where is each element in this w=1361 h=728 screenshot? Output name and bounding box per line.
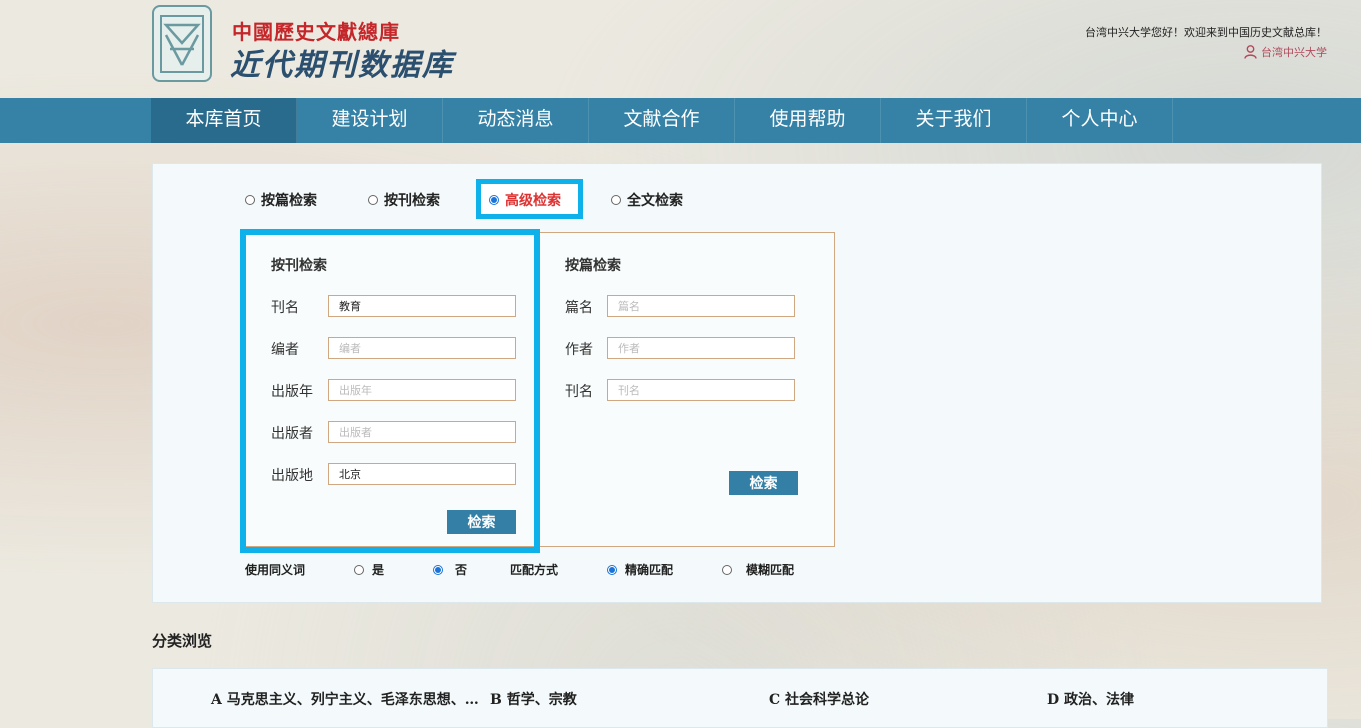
synonym-no-label: 否: [455, 563, 468, 577]
journal-search-highlight: [240, 229, 540, 553]
site-logo[interactable]: [152, 5, 212, 82]
user-name: 台湾中兴大学: [1261, 46, 1327, 59]
radio-match-exact[interactable]: [607, 564, 617, 575]
author-label: 作者: [565, 342, 593, 358]
match-fuzzy-label: 模糊匹配: [746, 563, 795, 577]
nav-item-about[interactable]: 关于我们: [881, 98, 1027, 143]
category-item-b[interactable]: B 哲学、宗教: [490, 689, 577, 709]
radio-fulltext[interactable]: [611, 195, 621, 205]
radio-article[interactable]: [245, 195, 255, 205]
search-panel: 按篇检索 按刊检索 高级检索 全文检索 按刊检索 刊名 编者 出版年 出版者 出…: [152, 163, 1322, 603]
category-item-d[interactable]: D 政治、法律: [1047, 689, 1134, 709]
match-label: 匹配方式: [510, 563, 559, 577]
category-panel: A 马克思主义、列宁主义、毛泽东思想、… B 哲学、宗教 C 社会科学总论 D …: [152, 668, 1328, 728]
synonym-no-option[interactable]: 否: [433, 561, 467, 578]
title-label: 篇名: [565, 300, 593, 316]
synonym-yes-option[interactable]: 是: [354, 561, 384, 578]
welcome-message: 台湾中兴大学您好！欢迎来到中国历史文献总库！: [1085, 26, 1327, 39]
radio-synonym-no[interactable]: [433, 564, 443, 575]
site-name-main: 近代期刊数据库: [230, 48, 454, 83]
synonym-label: 使用同义词: [245, 563, 306, 577]
nav-item-cooperation[interactable]: 文献合作: [589, 98, 735, 143]
site-header: 中國歷史文獻總庫 近代期刊数据库 台湾中兴大学您好！欢迎来到中国历史文献总库！ …: [0, 0, 1361, 98]
nav-item-plan[interactable]: 建设计划: [297, 98, 443, 143]
author-input[interactable]: [607, 337, 795, 359]
category-item-c[interactable]: C 社会科学总论: [769, 689, 869, 709]
mode-advanced-search[interactable]: 高级检索: [489, 190, 561, 210]
match-exact-label: 精确匹配: [625, 563, 674, 577]
radio-match-fuzzy[interactable]: [722, 564, 732, 575]
article-journal-label: 刊名: [565, 384, 593, 400]
user-link[interactable]: 台湾中兴大学: [1244, 44, 1327, 60]
radio-synonym-yes[interactable]: [354, 564, 364, 575]
mode-article-search[interactable]: 按篇检索: [245, 190, 317, 210]
category-browse-title: 分类浏览: [152, 632, 213, 650]
user-icon: [1244, 45, 1257, 59]
match-fuzzy-option[interactable]: 模糊匹配: [722, 561, 794, 578]
radio-journal[interactable]: [368, 195, 378, 205]
match-exact-option[interactable]: 精确匹配: [607, 561, 673, 578]
mode-article-label: 按篇检索: [261, 193, 317, 209]
synonym-yes-label: 是: [372, 563, 385, 577]
mode-advanced-label: 高级检索: [505, 193, 561, 209]
logo-emblem-icon: [160, 15, 204, 73]
mode-fulltext-label: 全文检索: [627, 193, 683, 209]
nav-item-help[interactable]: 使用帮助: [735, 98, 881, 143]
article-search-button[interactable]: 检索: [729, 471, 798, 495]
mode-fulltext-search[interactable]: 全文检索: [611, 190, 683, 210]
nav-item-news[interactable]: 动态消息: [443, 98, 589, 143]
article-section-title: 按篇检索: [565, 258, 621, 274]
radio-advanced[interactable]: [489, 195, 499, 205]
nav-item-home[interactable]: 本库首页: [151, 98, 297, 143]
main-nav: 本库首页 建设计划 动态消息 文献合作 使用帮助 关于我们 个人中心: [0, 98, 1361, 143]
article-journal-input[interactable]: [607, 379, 795, 401]
category-item-a[interactable]: A 马克思主义、列宁主义、毛泽东思想、…: [211, 689, 479, 709]
title-input[interactable]: [607, 295, 795, 317]
mode-journal-label: 按刊检索: [384, 193, 440, 209]
mode-journal-search[interactable]: 按刊检索: [368, 190, 440, 210]
search-options: 使用同义词 是 否 匹配方式 精确匹配 模糊匹配: [153, 561, 1321, 579]
nav-item-personal[interactable]: 个人中心: [1027, 98, 1173, 143]
